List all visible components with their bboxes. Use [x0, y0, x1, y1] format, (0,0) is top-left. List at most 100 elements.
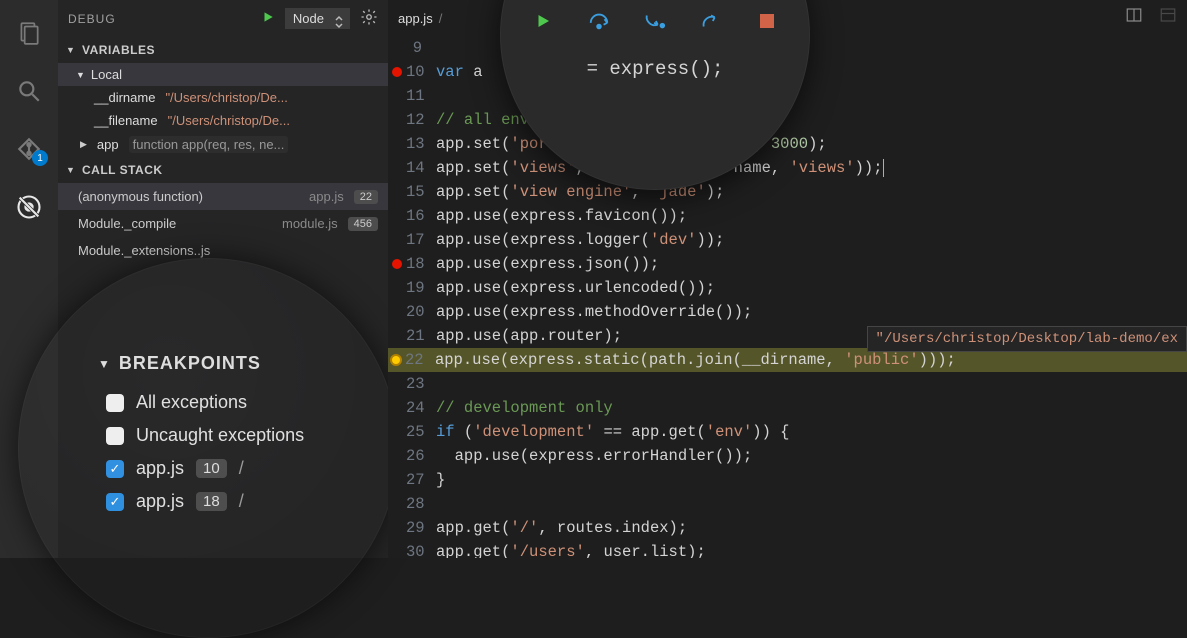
line-number: 13 — [406, 132, 436, 156]
debug-icon[interactable] — [14, 192, 44, 222]
code-text: app.get('/users', user.list); — [436, 540, 706, 558]
line-number: 16 — [406, 204, 436, 228]
chevron-right-icon: ▶ — [80, 139, 87, 150]
local-label: Local — [91, 67, 122, 82]
breakpoint-item[interactable]: ✓app.js10/ — [98, 452, 408, 485]
line-number: 15 — [406, 180, 436, 204]
stack-frame-line: 22 — [354, 190, 378, 204]
code-text: app.use(express.logger('dev')); — [436, 228, 724, 252]
search-icon[interactable] — [14, 76, 44, 106]
variable-row[interactable]: ▶appfunction app(req, res, ne... — [58, 132, 388, 157]
tab-separator: / — [439, 11, 443, 26]
breakpoint-icon[interactable] — [392, 67, 402, 77]
code-text: } — [436, 468, 445, 492]
code-line[interactable]: 27} — [388, 468, 1187, 492]
stack-frame-file: app.js — [309, 189, 344, 204]
chevron-down-icon: ▼ — [66, 45, 76, 55]
stack-frame-name: (anonymous function) — [78, 189, 299, 204]
start-debug-icon[interactable] — [261, 10, 275, 27]
checkbox-icon[interactable] — [106, 394, 124, 412]
code-line[interactable]: 16app.use(express.favicon()); — [388, 204, 1187, 228]
code-line[interactable]: 15app.set('view engine', 'jade'); — [388, 180, 1187, 204]
line-number: 30 — [406, 540, 436, 558]
more-icon[interactable] — [1159, 6, 1177, 27]
line-number: 20 — [406, 300, 436, 324]
chevron-down-icon: ▼ — [98, 357, 111, 371]
stack-frame[interactable]: Module._compilemodule.js456 — [58, 210, 388, 237]
continue-button[interactable] — [532, 10, 554, 32]
callstack-label: CALL STACK — [82, 163, 163, 177]
git-icon[interactable]: 1 — [14, 134, 44, 164]
code-text: var a — [436, 60, 483, 84]
toolbar-code-snippet: = express(); — [587, 58, 724, 80]
variable-row[interactable]: __dirname"/Users/christop/De... — [58, 86, 388, 109]
code-line[interactable]: 19app.use(express.urlencoded()); — [388, 276, 1187, 300]
code-line[interactable]: 20app.use(express.methodOverride()); — [388, 300, 1187, 324]
variable-value: "/Users/christop/De... — [165, 90, 287, 105]
split-editor-icon[interactable] — [1125, 6, 1143, 27]
checkbox-icon[interactable] — [106, 427, 124, 445]
gear-icon[interactable] — [360, 8, 378, 29]
variable-value: "/Users/christop/De... — [168, 113, 290, 128]
hover-tooltip: "/Users/christop/Desktop/lab-demo/ex — [867, 326, 1187, 352]
variables-local[interactable]: ▼ Local — [58, 63, 388, 86]
variable-name: __filename — [94, 113, 158, 128]
bp-uncaught-exceptions-label: Uncaught exceptions — [136, 425, 304, 446]
stack-frame[interactable]: (anonymous function) app.js 22 — [58, 183, 388, 210]
line-number: 22 — [405, 348, 435, 372]
code-line[interactable]: 26 app.use(express.errorHandler()); — [388, 444, 1187, 468]
debug-config-select[interactable]: Node — [285, 8, 350, 29]
checkbox-icon[interactable]: ✓ — [106, 460, 124, 478]
code-text: app.use(express.favicon()); — [436, 204, 687, 228]
debug-title: DEBUG — [68, 12, 116, 26]
breakpoint-file: app.js — [136, 458, 184, 479]
breakpoint-item[interactable]: ✓app.js18/ — [98, 485, 408, 518]
code-line[interactable]: 17app.use(express.logger('dev')); — [388, 228, 1187, 252]
stack-frame-file: module.js — [282, 216, 338, 231]
breakpoints-label: BREAKPOINTS — [119, 353, 261, 374]
line-number: 10 — [406, 60, 436, 84]
chevron-down-icon: ▼ — [66, 165, 76, 175]
breakpoint-line: 10 — [196, 459, 227, 478]
stack-frame[interactable]: Module._extensions..js — [58, 237, 388, 264]
stop-button[interactable] — [756, 10, 778, 32]
line-number: 11 — [406, 84, 436, 108]
breakpoints-section[interactable]: ▼ BREAKPOINTS — [98, 353, 408, 374]
code-line[interactable]: 23 — [388, 372, 1187, 396]
step-over-button[interactable] — [588, 10, 610, 32]
code-line[interactable]: 30app.get('/users', user.list); — [388, 540, 1187, 558]
line-number: 28 — [406, 492, 436, 516]
variable-row[interactable]: __filename "/Users/christop/De... — [58, 109, 388, 132]
step-out-button[interactable] — [700, 10, 722, 32]
breakpoint-line: 18 — [196, 492, 227, 511]
line-number: 27 — [406, 468, 436, 492]
code-line[interactable]: 24// development only — [388, 396, 1187, 420]
code-text: app.use(app.router); — [436, 324, 622, 348]
breakpoint-icon[interactable] — [392, 259, 402, 269]
current-line-icon — [390, 354, 402, 366]
code-line[interactable]: 14app.set('views', path.join(__dirname, … — [388, 156, 1187, 180]
code-line[interactable]: 28 — [388, 492, 1187, 516]
bp-all-exceptions-label: All exceptions — [136, 392, 247, 413]
explorer-icon[interactable] — [14, 18, 44, 48]
step-into-button[interactable] — [644, 10, 666, 32]
callstack-section[interactable]: ▼ CALL STACK — [58, 157, 388, 183]
code-text: app.use(express.json()); — [436, 252, 659, 276]
bp-all-exceptions[interactable]: All exceptions — [98, 386, 408, 419]
checkbox-icon[interactable]: ✓ — [106, 493, 124, 511]
variables-section[interactable]: ▼ VARIABLES — [58, 37, 388, 63]
stack-frame-name: Module._extensions..js — [78, 243, 378, 258]
code-line[interactable]: 29app.get('/', routes.index); — [388, 516, 1187, 540]
activity-bar: 1 — [0, 0, 58, 558]
variables-label: VARIABLES — [82, 43, 155, 57]
code-text: if ('development' == app.get('env')) { — [436, 420, 790, 444]
breakpoint-sep: / — [239, 491, 244, 512]
bp-uncaught-exceptions[interactable]: Uncaught exceptions — [98, 419, 408, 452]
line-number: 9 — [406, 36, 436, 60]
code-text: app.use(express.errorHandler()); — [436, 444, 752, 468]
code-line[interactable]: 18app.use(express.json()); — [388, 252, 1187, 276]
code-line[interactable]: 25if ('development' == app.get('env')) { — [388, 420, 1187, 444]
line-number: 14 — [406, 156, 436, 180]
code-line[interactable]: 13app.set('port', process.env.PORT || 30… — [388, 132, 1187, 156]
tab-filename[interactable]: app.js — [398, 11, 433, 26]
